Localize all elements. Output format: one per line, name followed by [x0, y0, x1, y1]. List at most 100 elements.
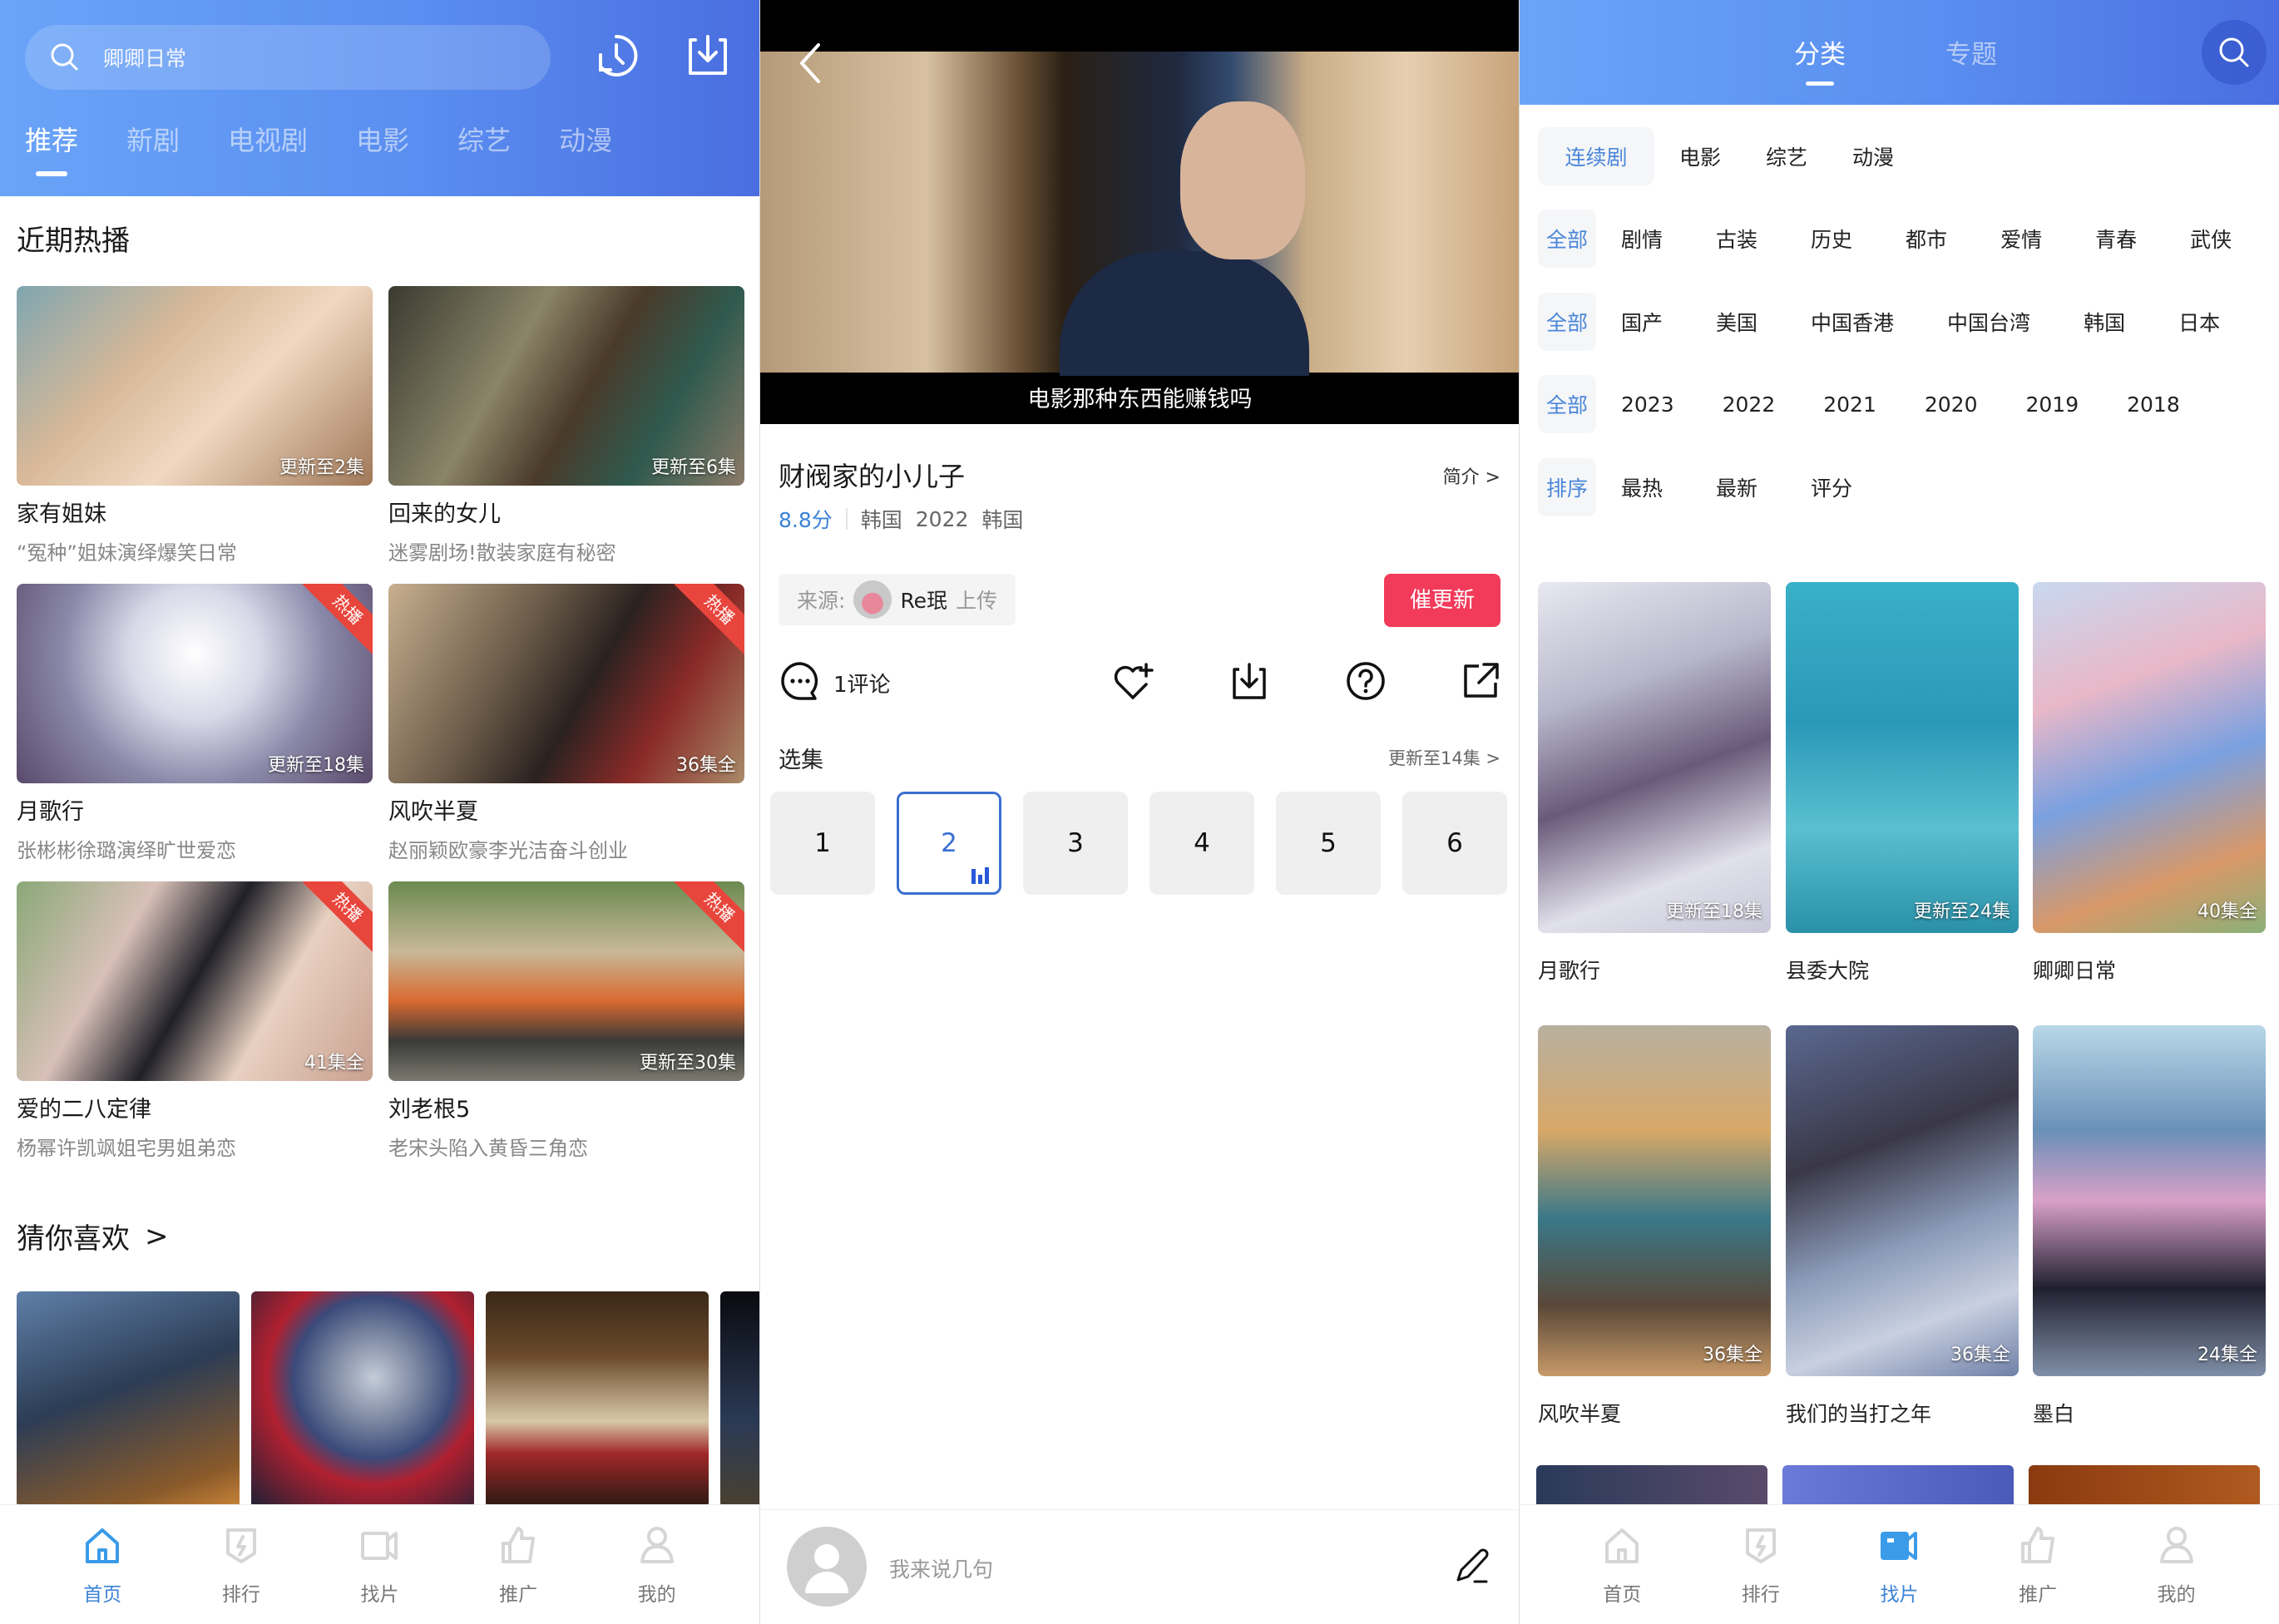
- tab-anime[interactable]: 动漫: [559, 120, 612, 158]
- filter-option[interactable]: 中国香港: [1811, 307, 1894, 337]
- tab-recommend[interactable]: 推荐: [25, 120, 78, 158]
- nav-item-video-camera[interactable]: 找片: [1849, 1523, 1949, 1607]
- search-bar[interactable]: 卿卿日常: [25, 25, 551, 90]
- filter-option[interactable]: 2020: [1925, 392, 1978, 417]
- filter-option[interactable]: 青春: [2095, 224, 2137, 254]
- poster-card[interactable]: 24集全 墨白: [2033, 1025, 2266, 1428]
- filter-option[interactable]: 古装: [1716, 224, 1757, 254]
- filter-selected[interactable]: 排序: [1538, 458, 1596, 516]
- download-icon[interactable]: [682, 30, 734, 81]
- hot-card-thumbnail: 热播 更新至18集: [17, 584, 373, 783]
- filter-option[interactable]: 最热: [1621, 472, 1663, 502]
- filter-option[interactable]: 国产: [1621, 307, 1663, 337]
- filter-option[interactable]: 韩国: [2084, 307, 2125, 337]
- poster-card[interactable]: 更新至18集 月歌行: [1538, 582, 1771, 985]
- back-icon[interactable]: [793, 40, 827, 86]
- hot-card[interactable]: 更新至2集 家有姐妹 “冤种”姐妹演绎爆笑日常: [17, 286, 373, 565]
- poster-card[interactable]: 36集全 风吹半夏: [1538, 1025, 1771, 1428]
- filter-row: 连续剧 电影 综艺 动漫: [1538, 127, 1939, 185]
- filter-option[interactable]: 都市: [1906, 224, 1947, 254]
- download-icon[interactable]: [1228, 659, 1271, 703]
- filter-option[interactable]: 最新: [1716, 472, 1757, 502]
- filter-option[interactable]: 评分: [1811, 472, 1852, 502]
- poster-image: 更新至18集: [1538, 582, 1771, 933]
- tab-new-drama[interactable]: 新剧: [126, 120, 180, 158]
- filter-option[interactable]: 美国: [1716, 307, 1757, 337]
- filter-option[interactable]: 2018: [2127, 392, 2180, 417]
- guess-item[interactable]: [251, 1291, 474, 1508]
- hot-card[interactable]: 热播 更新至30集 刘老根5 老宋头陷入黄昏三角恋: [388, 881, 744, 1161]
- filter-option[interactable]: 2023: [1621, 392, 1674, 417]
- urge-update-button[interactable]: 催更新: [1384, 574, 1500, 627]
- filter-option[interactable]: 综艺: [1766, 141, 1807, 171]
- episode-button[interactable]: 1: [770, 792, 875, 895]
- episodes-more-link[interactable]: 更新至14集 >: [1388, 745, 1500, 770]
- hot-card-title: 风吹半夏: [388, 799, 478, 825]
- comment-input[interactable]: 我来说几句: [889, 1553, 993, 1583]
- filter-option[interactable]: 历史: [1811, 224, 1852, 254]
- detail-screen: 电影那种东西能赚钱吗 财阀家的小儿子 简介 > 8.8分 韩国 2022 韩国 …: [759, 0, 1519, 1624]
- filter-option[interactable]: 爱情: [2000, 224, 2042, 254]
- source-pill[interactable]: 来源: Re珉 上传: [779, 574, 1016, 625]
- filter-option[interactable]: 电影: [1679, 141, 1721, 171]
- intro-link[interactable]: 简介 >: [1443, 462, 1500, 489]
- episode-button[interactable]: 4: [1149, 792, 1254, 895]
- episode-button[interactable]: 5: [1276, 792, 1381, 895]
- nav-item-ranking[interactable]: 排行: [191, 1523, 291, 1607]
- nav-item-user[interactable]: 我的: [2127, 1523, 2227, 1607]
- poster-card[interactable]: 40集全 卿卿日常: [2033, 582, 2266, 985]
- edit-pen-icon[interactable]: [1451, 1545, 1493, 1587]
- hot-card[interactable]: 热播 更新至18集 月歌行 张彬彬徐璐演绎旷世爱恋: [17, 584, 373, 863]
- nav-label: 首页: [83, 1583, 122, 1606]
- tab-variety[interactable]: 综艺: [457, 120, 511, 158]
- nav-item-ranking[interactable]: 排行: [1711, 1523, 1811, 1607]
- hot-card[interactable]: 更新至6集 回来的女儿 迷雾剧场!散装家庭有秘密: [388, 286, 744, 565]
- tab-movie[interactable]: 电影: [356, 120, 409, 158]
- comment-icon[interactable]: [779, 659, 822, 703]
- filter-option[interactable]: 日本: [2178, 307, 2220, 337]
- nav-item-thumbs-up[interactable]: 推广: [1988, 1523, 2088, 1607]
- guess-item[interactable]: [486, 1291, 709, 1508]
- home-header: 卿卿日常 推荐 新剧 电视剧 电影 综艺 动漫: [0, 0, 759, 196]
- filter-option[interactable]: 武侠: [2190, 224, 2232, 254]
- filter-option[interactable]: 2022: [1723, 392, 1776, 417]
- filter-selected[interactable]: 全部: [1538, 293, 1596, 351]
- user-icon: [2159, 1526, 2193, 1563]
- share-icon[interactable]: [1459, 659, 1502, 703]
- nav-item-video-camera[interactable]: 找片: [329, 1523, 429, 1607]
- poster-card[interactable]: 更新至24集 县委大院: [1786, 582, 2019, 985]
- nav-item-user[interactable]: 我的: [607, 1523, 707, 1607]
- episode-button[interactable]: 3: [1023, 792, 1128, 895]
- tab-topic[interactable]: 专题: [1945, 33, 1997, 71]
- filter-option[interactable]: 2019: [2026, 392, 2079, 417]
- episode-number: 1: [814, 828, 831, 858]
- filter-selected[interactable]: 全部: [1538, 210, 1596, 268]
- episode-number: 6: [1446, 828, 1463, 858]
- video-player[interactable]: 电影那种东西能赚钱吗: [760, 0, 1519, 424]
- episode-button[interactable]: 6: [1402, 792, 1507, 895]
- section-title-guess[interactable]: 猜你喜欢 >: [17, 1216, 169, 1256]
- filter-option[interactable]: 中国台湾: [1947, 307, 2030, 337]
- nav-item-thumbs-up[interactable]: 推广: [468, 1523, 568, 1607]
- filter-option[interactable]: 剧情: [1621, 224, 1663, 254]
- hot-card[interactable]: 热播 36集全 风吹半夏 赵丽颖欧豪李光洁奋斗创业: [388, 584, 744, 863]
- history-icon[interactable]: [591, 30, 642, 81]
- filter-selected[interactable]: 连续剧: [1538, 127, 1654, 185]
- filter-selected[interactable]: 全部: [1538, 375, 1596, 433]
- hot-card[interactable]: 热播 41集全 爱的二八定律 杨幂许凯飒姐宅男姐弟恋: [17, 881, 373, 1161]
- search-button[interactable]: [2202, 20, 2267, 85]
- filter-option[interactable]: 动漫: [1852, 141, 1894, 171]
- poster-card[interactable]: 36集全 我们的当打之年: [1786, 1025, 2019, 1428]
- video-figure: [1060, 251, 1309, 376]
- tab-category[interactable]: 分类: [1794, 33, 1846, 71]
- help-icon[interactable]: [1344, 659, 1387, 703]
- nav-item-home[interactable]: 首页: [52, 1523, 152, 1607]
- guess-item[interactable]: [720, 1291, 759, 1508]
- tab-tv[interactable]: 电视剧: [228, 120, 308, 158]
- comment-count[interactable]: 1评论: [833, 668, 891, 698]
- episode-button[interactable]: 2: [897, 792, 1001, 895]
- filter-option[interactable]: 2021: [1823, 392, 1876, 417]
- favorite-add-icon[interactable]: [1111, 659, 1154, 703]
- guess-item[interactable]: [17, 1291, 240, 1508]
- nav-item-home[interactable]: 首页: [1572, 1523, 1672, 1607]
